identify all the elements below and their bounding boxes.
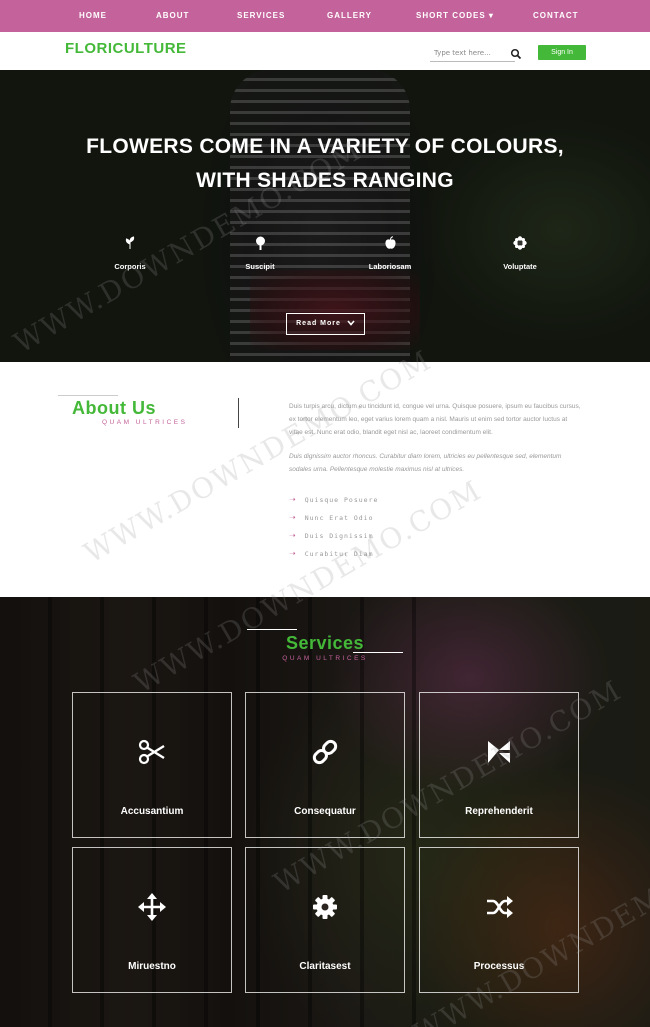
gear-icon: [313, 895, 337, 919]
read-more-label: Read More: [296, 320, 341, 327]
about-paragraph-2: Duis dignissim auctor rhoncus. Curabitur…: [289, 453, 562, 473]
service-card-accusantium[interactable]: Accusantium: [72, 692, 232, 838]
site-header: FLORICULTURE Sign In: [0, 32, 650, 70]
apple-icon: [384, 236, 396, 249]
nav-item-about[interactable]: ABOUT: [156, 0, 189, 32]
hero-feature: Suscipit: [215, 236, 305, 274]
envira-icon: [488, 741, 510, 763]
search-input[interactable]: [430, 44, 515, 62]
about-title: About Us: [72, 398, 156, 418]
arrow-right-icon: ➝: [289, 531, 297, 540]
about-title-line: [58, 395, 118, 396]
feature-label: Corporis: [114, 262, 146, 271]
scissors-icon: [138, 739, 165, 765]
arrow-right-icon: ➝: [289, 513, 297, 522]
service-card-claritasest[interactable]: Claritasest: [245, 847, 405, 993]
nav-item-services[interactable]: SERVICES: [237, 0, 285, 32]
hero-banner: FLOWERS COME IN A VARIETY OF COLOURS, WI…: [0, 70, 650, 362]
arrow-right-icon: ➝: [289, 495, 297, 504]
about-paragraph-1: Duis turpis arcu, dictum eu tincidunt id…: [289, 403, 581, 436]
hero-title: FLOWERS COME IN A VARIETY OF COLOURS, WI…: [0, 130, 650, 198]
service-card-consequatur[interactable]: Consequatur: [245, 692, 405, 838]
leaf-icon: [125, 236, 135, 249]
about-list: ➝ Quisque Posuere ➝ Nunc Erat Odio ➝ Duis D…: [289, 494, 378, 566]
move-arrows-icon: [138, 893, 166, 921]
search-icon[interactable]: [510, 47, 522, 60]
service-label: Consequatur: [294, 806, 356, 817]
services-title: Services: [285, 633, 365, 653]
services-subtitle: QUAM ULTRICES: [282, 655, 368, 662]
feature-label: Suscipit: [245, 262, 275, 271]
read-more-button[interactable]: Read More: [286, 313, 365, 335]
list-item-label: Quisque Posuere: [304, 496, 379, 504]
nav-item-gallery[interactable]: GALLERY: [327, 0, 372, 32]
top-navigation: HOME ABOUT SERVICES GALLERY SHORT CODES …: [0, 0, 650, 32]
hero-feature: Voluptate: [475, 236, 565, 274]
hero-feature: Corporis: [85, 236, 175, 274]
shuffle-icon: [487, 896, 513, 918]
feature-label: Laboriosam: [368, 262, 412, 271]
nav-item-home[interactable]: HOME: [79, 0, 107, 32]
site-logo[interactable]: FLORICULTURE: [65, 40, 187, 57]
nav-item-contact[interactable]: CONTACT: [533, 0, 579, 32]
about-section: About Us QUAM ULTRICES Duis turpis arcu,…: [0, 362, 650, 597]
service-card-reprehenderit[interactable]: Reprehenderit: [419, 692, 579, 838]
about-subtitle: QUAM ULTRICES: [102, 419, 188, 426]
services-title-line-right: [353, 652, 403, 653]
list-item-label: Duis Dignissim: [304, 532, 374, 540]
chevron-down-icon: [347, 320, 355, 326]
hero-title-line-1: FLOWERS COME IN A VARIETY OF COLOURS,: [86, 135, 564, 158]
list-item: ➝ Nunc Erat Odio: [289, 512, 378, 530]
list-item: ➝ Curabitur Diam: [289, 548, 378, 566]
service-label: Accusantium: [120, 806, 184, 817]
service-label: Reprehenderit: [465, 806, 533, 817]
feature-label: Voluptate: [503, 262, 537, 271]
link-icon: [312, 739, 338, 765]
services-section: Services QUAM ULTRICES Accusantium Conse…: [0, 597, 650, 1027]
service-label: Processus: [473, 961, 525, 972]
list-item: ➝ Quisque Posuere: [289, 494, 378, 512]
service-card-miruestno[interactable]: Miruestno: [72, 847, 232, 993]
tree-icon: [255, 236, 265, 250]
list-item-label: Nunc Erat Odio: [304, 514, 374, 522]
service-label: Claritasest: [299, 961, 351, 972]
service-card-processus[interactable]: Processus: [419, 847, 579, 993]
nav-item-short-codes[interactable]: SHORT CODES ▾: [416, 0, 494, 32]
hero-title-line-2: WITH SHADES RANGING: [196, 169, 454, 192]
services-title-line-left: [247, 629, 297, 630]
arrow-right-icon: ➝: [289, 549, 297, 558]
list-item: ➝ Duis Dignissim: [289, 530, 378, 548]
service-label: Miruestno: [128, 961, 176, 972]
sign-in-button[interactable]: Sign In: [538, 45, 586, 60]
list-item-label: Curabitur Diam: [304, 550, 374, 558]
about-divider: [238, 398, 239, 428]
hero-feature: Laboriosam: [345, 236, 435, 274]
flower-icon: [513, 236, 527, 250]
